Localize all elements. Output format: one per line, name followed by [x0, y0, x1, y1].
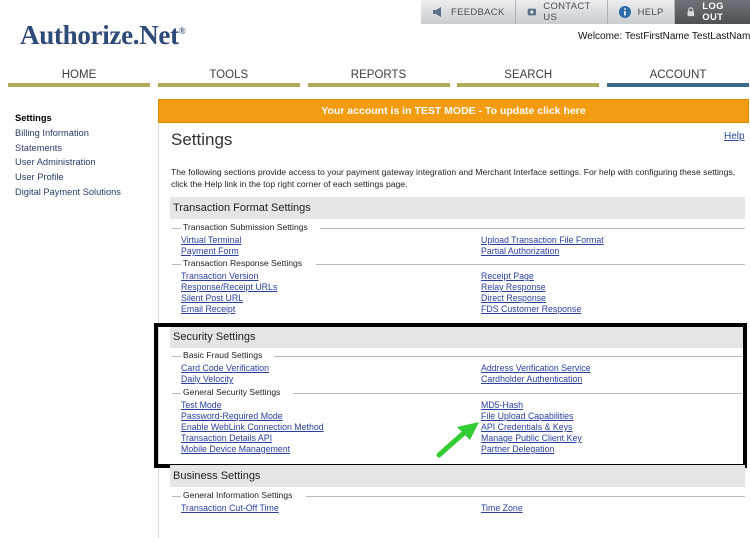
- nav-tab-account[interactable]: ACCOUNT: [607, 67, 749, 87]
- link-silent-post-url[interactable]: Silent Post URL: [181, 293, 243, 303]
- group-title-transaction-response: Transaction Response Settings: [183, 258, 303, 268]
- sidebar-item-user-administration[interactable]: User Administration: [15, 155, 155, 170]
- link-transaction-version[interactable]: Transaction Version: [181, 271, 258, 281]
- group-rule: [306, 496, 745, 497]
- link-upload-transaction-file-format[interactable]: Upload Transaction File Format: [481, 235, 604, 245]
- section-header-transaction-format: Transaction Format Settings: [170, 197, 745, 219]
- utility-bar: FEEDBACK CONTACT US HELP LOG OUT: [421, 0, 750, 24]
- brand-logo[interactable]: Authorize.Net®: [20, 20, 186, 51]
- sidebar-item-user-profile[interactable]: User Profile: [15, 170, 155, 185]
- link-time-zone[interactable]: Time Zone: [481, 503, 523, 513]
- nav-tab-tools[interactable]: TOOLS: [157, 67, 300, 87]
- sidebar-item-settings[interactable]: Settings: [15, 111, 155, 126]
- page-title: Settings: [171, 130, 233, 149]
- intro-text: The following sections provide access to…: [171, 167, 736, 189]
- link-partial-authorization[interactable]: Partial Authorization: [481, 246, 559, 256]
- main-nav: HOME TOOLS REPORTS SEARCH ACCOUNT: [8, 67, 749, 87]
- link-relay-response[interactable]: Relay Response: [481, 282, 546, 292]
- group-rule: [172, 496, 181, 497]
- feedback-button[interactable]: FEEDBACK: [421, 0, 516, 24]
- group-rule: [172, 228, 181, 229]
- link-payment-form[interactable]: Payment Form: [181, 246, 239, 256]
- nav-tab-home[interactable]: HOME: [8, 67, 150, 87]
- nav-tab-search[interactable]: SEARCH: [457, 67, 600, 87]
- link-response-receipt-urls[interactable]: Response/Receipt URLs: [181, 282, 277, 292]
- link-direct-response[interactable]: Direct Response: [481, 293, 546, 303]
- logout-label: LOG OUT: [702, 1, 724, 23]
- sidebar-item-digital-payment-solutions[interactable]: Digital Payment Solutions: [15, 185, 155, 200]
- group-rule: [320, 228, 745, 229]
- green-arrow-icon: [436, 422, 479, 458]
- link-virtual-terminal[interactable]: Virtual Terminal: [181, 235, 241, 245]
- link-fds-customer-response[interactable]: FDS Customer Response: [481, 304, 581, 314]
- logout-button[interactable]: LOG OUT: [674, 0, 750, 24]
- info-icon: [618, 6, 631, 18]
- lock-icon: [687, 7, 694, 17]
- welcome-text: Welcome: TestFirstName TestLastName: [578, 31, 750, 42]
- sidebar: Settings Billing Information Statements …: [15, 111, 155, 200]
- group-title-transaction-submission: Transaction Submission Settings: [183, 222, 308, 232]
- section-header-business: Business Settings: [170, 465, 745, 487]
- phone-icon: [527, 8, 536, 16]
- group-title-general-information: General Information Settings: [183, 490, 293, 500]
- help-link[interactable]: Help: [724, 131, 745, 142]
- group-rule: [172, 264, 181, 265]
- logo-text: Authorize.Net: [20, 20, 179, 50]
- link-receipt-page[interactable]: Receipt Page: [481, 271, 534, 281]
- help-button[interactable]: HELP: [607, 0, 675, 24]
- link-transaction-cut-off-time[interactable]: Transaction Cut-Off Time: [181, 503, 279, 513]
- contact-us-label: CONTACT US: [543, 1, 591, 23]
- megaphone-icon: [433, 7, 441, 17]
- contact-us-button[interactable]: CONTACT US: [515, 0, 608, 24]
- group-rule: [316, 264, 745, 265]
- link-email-receipt[interactable]: Email Receipt: [181, 304, 235, 314]
- sidebar-item-billing-information[interactable]: Billing Information: [15, 126, 155, 141]
- logo-trademark: ®: [178, 26, 186, 36]
- feedback-label: FEEDBACK: [451, 6, 505, 18]
- test-mode-banner[interactable]: Your account is in TEST MODE - To update…: [158, 99, 749, 123]
- sidebar-item-statements[interactable]: Statements: [15, 141, 155, 156]
- help-label: HELP: [637, 6, 664, 18]
- nav-tab-reports[interactable]: REPORTS: [307, 67, 450, 87]
